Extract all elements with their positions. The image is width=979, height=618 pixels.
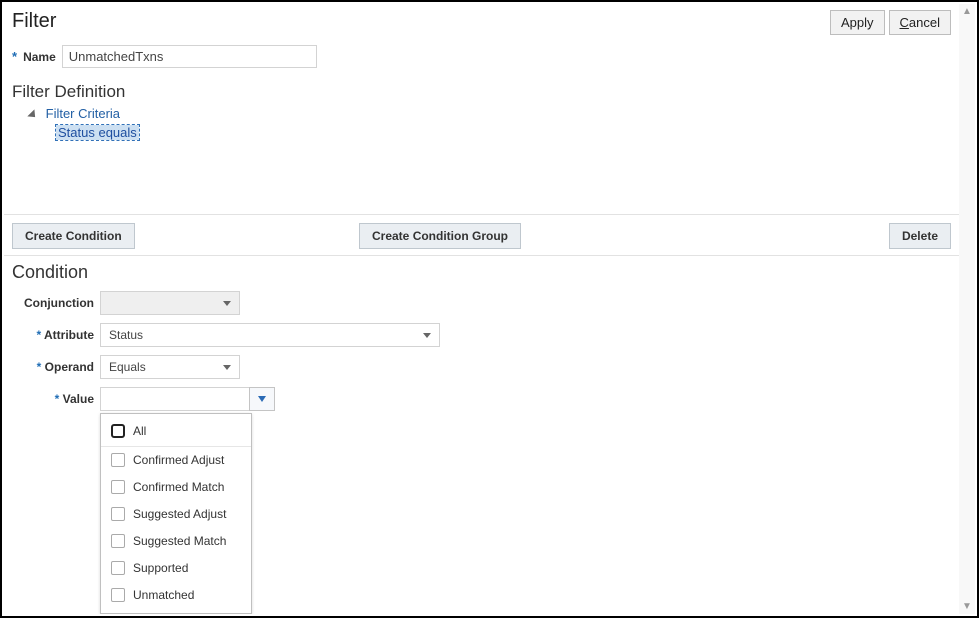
vertical-scrollbar[interactable]: ▲ ▼ <box>959 4 975 614</box>
checkbox-icon <box>111 507 125 521</box>
value-option-all[interactable]: All <box>101 418 251 447</box>
action-bar: Create Condition Create Condition Group … <box>4 214 959 256</box>
chevron-down-icon <box>223 301 231 306</box>
operand-select[interactable]: Equals <box>100 355 240 379</box>
operand-row: * Operand Equals <box>12 355 951 379</box>
triangle-down-icon <box>258 396 266 402</box>
cancel-button[interactable]: Cancel <box>889 10 951 35</box>
value-option-unmatched[interactable]: Unmatched <box>101 582 251 609</box>
apply-button[interactable]: Apply <box>830 10 885 35</box>
value-wrap: All Confirmed Adjust Confirmed Match <box>100 387 275 411</box>
value-label-text: Value <box>63 392 94 406</box>
operand-value: Equals <box>109 360 146 374</box>
value-option-supported[interactable]: Supported <box>101 555 251 582</box>
collapse-icon[interactable] <box>27 109 38 120</box>
condition-block: Condition Conjunction * Attribute Status… <box>4 256 959 425</box>
value-input[interactable] <box>100 387 250 411</box>
attribute-select[interactable]: Status <box>100 323 440 347</box>
option-label: All <box>133 424 146 438</box>
checkbox-icon <box>111 534 125 548</box>
operand-label: * Operand <box>12 360 100 374</box>
conjunction-label: Conjunction <box>12 296 100 310</box>
value-option-suggested-adjust[interactable]: Suggested Adjust <box>101 501 251 528</box>
filter-criteria-tree: Filter Criteria Status equals <box>4 106 959 144</box>
cancel-rest: ancel <box>909 15 940 30</box>
header: Filter Apply Cancel <box>4 4 959 35</box>
chevron-down-icon <box>423 333 431 338</box>
attribute-label-text: Attribute <box>44 328 94 342</box>
option-label: Confirmed Match <box>133 480 224 494</box>
header-buttons: Apply Cancel <box>830 10 951 35</box>
scroll-up-icon[interactable]: ▲ <box>962 4 972 19</box>
value-row: * Value All Confirmed Adjust <box>12 387 951 411</box>
operand-label-text: Operand <box>45 360 94 374</box>
name-row: * Name <box>4 35 959 72</box>
value-dropdown-toggle[interactable] <box>249 387 275 411</box>
filter-definition-title: Filter Definition <box>4 72 959 106</box>
value-option-suggested-match[interactable]: Suggested Match <box>101 528 251 555</box>
scroll-down-icon[interactable]: ▼ <box>962 599 972 614</box>
tree-selected-criterion[interactable]: Status equals <box>56 125 139 140</box>
value-option-confirmed-match[interactable]: Confirmed Match <box>101 474 251 501</box>
name-input[interactable] <box>62 45 317 68</box>
chevron-down-icon <box>223 365 231 370</box>
content-area: Filter Apply Cancel * Name Filter Defini… <box>4 4 959 614</box>
value-label: * Value <box>12 392 100 406</box>
attribute-value: Status <box>109 328 143 342</box>
tree-root-row[interactable]: Filter Criteria <box>28 106 951 121</box>
attribute-row: * Attribute Status <box>12 323 951 347</box>
create-condition-button[interactable]: Create Condition <box>12 223 135 249</box>
name-label: Name <box>23 50 56 64</box>
option-label: Unmatched <box>133 588 194 602</box>
option-label: Suggested Match <box>133 534 226 548</box>
page-title: Filter <box>12 10 56 33</box>
tree-root-label[interactable]: Filter Criteria <box>46 106 120 121</box>
tree-child-row[interactable]: Status equals <box>28 121 951 144</box>
value-dropdown: All Confirmed Adjust Confirmed Match <box>100 413 252 614</box>
option-label: Confirmed Adjust <box>133 453 224 467</box>
value-option-confirmed-adjust[interactable]: Confirmed Adjust <box>101 447 251 474</box>
checkbox-icon <box>111 480 125 494</box>
checkbox-icon <box>111 453 125 467</box>
checkbox-icon <box>111 424 125 438</box>
option-label: Supported <box>133 561 188 575</box>
cancel-hotkey: C <box>900 15 909 30</box>
attribute-label: * Attribute <box>12 328 100 342</box>
required-indicator: * <box>12 49 17 64</box>
checkbox-icon <box>111 588 125 602</box>
conjunction-select[interactable] <box>100 291 240 315</box>
delete-button[interactable]: Delete <box>889 223 951 249</box>
conjunction-row: Conjunction <box>12 291 951 315</box>
create-condition-group-button[interactable]: Create Condition Group <box>359 223 521 249</box>
condition-title: Condition <box>12 262 951 283</box>
option-label: Suggested Adjust <box>133 507 226 521</box>
app-frame: Filter Apply Cancel * Name Filter Defini… <box>0 0 979 618</box>
checkbox-icon <box>111 561 125 575</box>
